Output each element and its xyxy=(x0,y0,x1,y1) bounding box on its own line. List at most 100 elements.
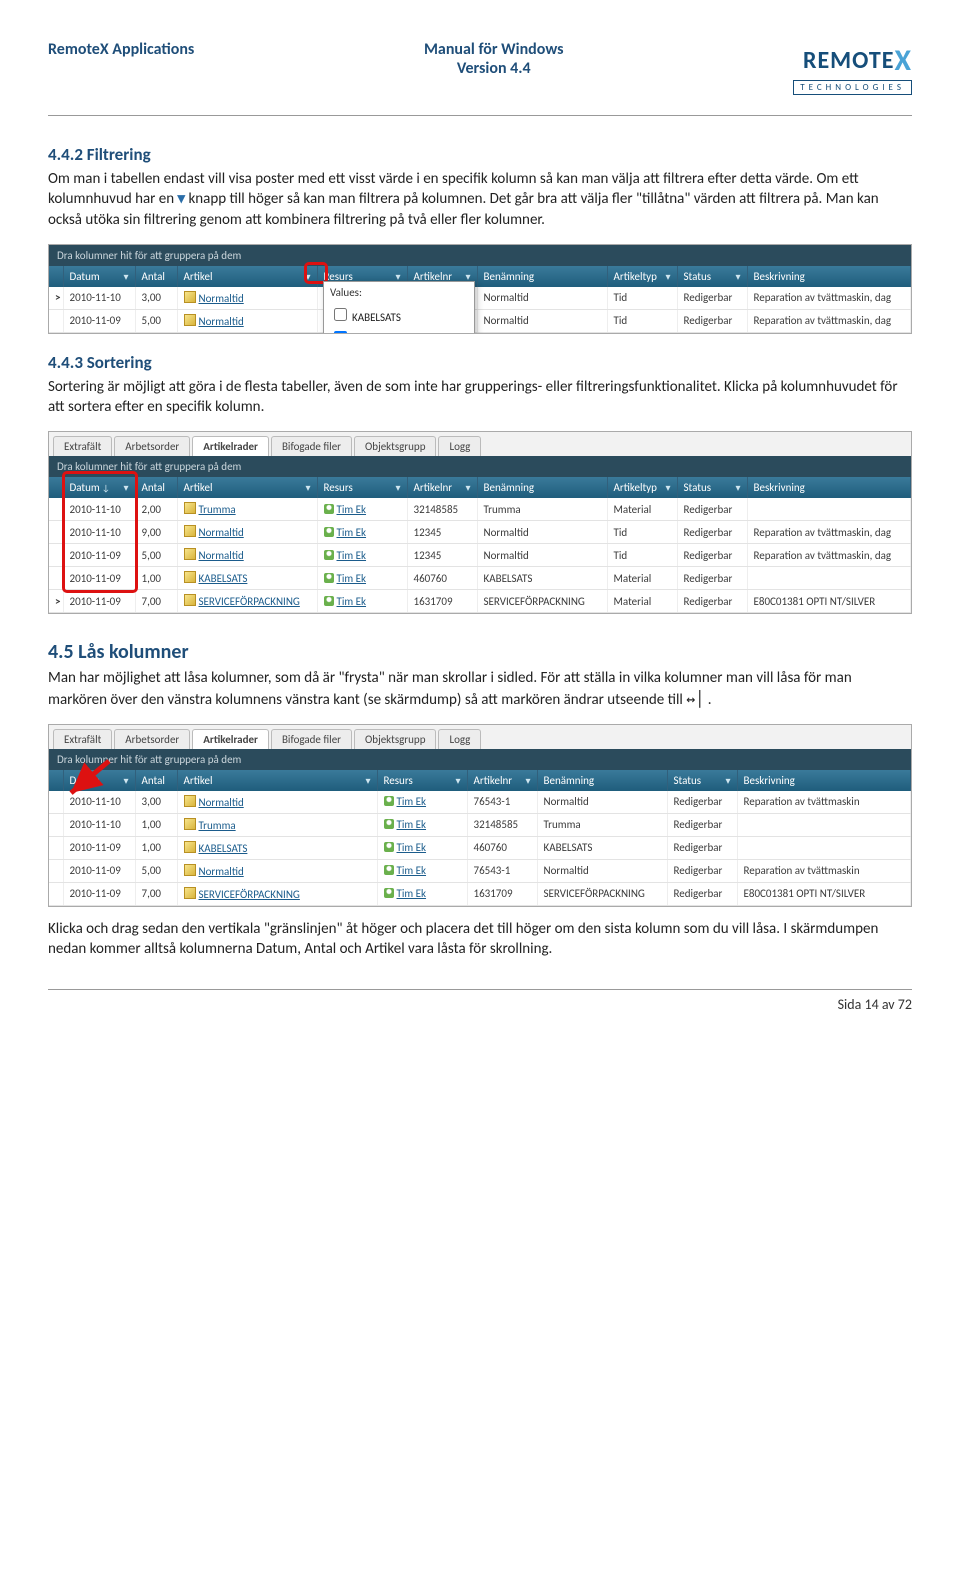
tab[interactable]: Extrafält xyxy=(53,729,112,749)
column-header[interactable]: Artikel▾ xyxy=(177,266,317,287)
tab[interactable]: Bifogade filer xyxy=(271,436,352,456)
page-header: RemoteX Applications Manual för Windows … xyxy=(48,40,912,116)
tab[interactable]: Artikelrader xyxy=(192,729,269,749)
column-header[interactable]: Resurs▾ xyxy=(317,477,407,498)
red-highlight-funnel xyxy=(305,263,327,283)
funnel-icon[interactable]: ▾ xyxy=(725,774,730,787)
column-header[interactable]: Resurs▾ xyxy=(377,770,467,791)
tab[interactable]: Objektsgrupp xyxy=(354,436,436,456)
filter-dropdown-head: Values: xyxy=(324,282,474,303)
table-row[interactable]: 2010-11-095,00 Normaltid Tim Ek 76543-1N… xyxy=(49,859,911,882)
tab[interactable]: Artikelrader xyxy=(192,436,269,456)
note-icon xyxy=(184,571,196,583)
user-icon xyxy=(324,550,334,560)
table-row[interactable]: 2010-11-095,00 Normaltid NormaltidTidRed… xyxy=(49,309,911,332)
tab[interactable]: Arbetsorder xyxy=(114,436,190,456)
note-icon xyxy=(184,548,196,560)
table-row[interactable]: 2010-11-097,00 SERVICEFÖRPACKNING Tim Ek… xyxy=(49,882,911,905)
filter-option[interactable]: KABELSATS xyxy=(324,303,474,326)
column-header[interactable]: Benämning xyxy=(477,266,607,287)
filter-option[interactable]: Normaltid xyxy=(324,326,474,334)
filtering-grid: Datum▾AntalArtikel▾Resurs▾Artikelnr▾Benä… xyxy=(49,266,911,333)
tab[interactable]: Bifogade filer xyxy=(271,729,352,749)
red-highlight-datum-col xyxy=(63,472,137,592)
funnel-icon[interactable]: ▾ xyxy=(525,774,530,787)
header-center: Manual för Windows Version 4.4 xyxy=(424,40,564,78)
user-icon xyxy=(384,819,394,829)
column-header[interactable]: Antal xyxy=(135,770,177,791)
filter-dropdown[interactable]: Values: KABELSATSNormaltidSERVICEFÖRPACK… xyxy=(323,281,475,334)
user-icon xyxy=(384,865,394,875)
column-header[interactable]: Artikel▾ xyxy=(177,770,377,791)
column-header[interactable]: Beskrivning xyxy=(747,266,911,287)
funnel-icon[interactable]: ▾ xyxy=(735,270,740,283)
column-header[interactable]: Beskrivning xyxy=(737,770,911,791)
section-443-paragraph: Sortering är möjligt att göra i de flest… xyxy=(48,377,912,418)
filter-checkbox[interactable] xyxy=(334,308,347,321)
column-header[interactable]: Artikel▾ xyxy=(177,477,317,498)
funnel-icon[interactable]: ▾ xyxy=(365,774,370,787)
column-header[interactable]: Benämning xyxy=(537,770,667,791)
header-version: Version 4.4 xyxy=(424,59,564,78)
group-bar[interactable]: Dra kolumner hit för att gruppera på dem xyxy=(49,456,911,477)
column-header[interactable]: Artikeltyp▾ xyxy=(607,477,677,498)
funnel-icon[interactable]: ▾ xyxy=(665,481,670,494)
funnel-icon[interactable]: ▾ xyxy=(735,481,740,494)
note-icon xyxy=(184,291,196,303)
page-footer: Sida 14 av 72 xyxy=(48,989,912,1013)
section-45-title: 4.5 Lås kolumner xyxy=(48,640,912,664)
tabs-bar: ExtrafältArbetsorderArtikelraderBifogade… xyxy=(49,725,911,749)
note-icon xyxy=(184,864,196,876)
tab[interactable]: Objektsgrupp xyxy=(354,729,436,749)
funnel-icon[interactable]: ▾ xyxy=(665,270,670,283)
column-header[interactable]: Antal xyxy=(135,266,177,287)
table-row[interactable]: > 2010-11-103,00 Normaltid NormaltidTidR… xyxy=(49,287,911,310)
column-header[interactable]: Artikelnr▾ xyxy=(407,477,477,498)
user-icon xyxy=(324,573,334,583)
table-row[interactable]: 2010-11-091,00 KABELSATS Tim Ek 460760KA… xyxy=(49,567,911,590)
note-icon xyxy=(184,594,196,606)
table-row[interactable]: > 2010-11-097,00 SERVICEFÖRPACKNING Tim … xyxy=(49,590,911,613)
funnel-icon[interactable]: ▾ xyxy=(455,774,460,787)
group-bar[interactable]: Dra kolumner hit för att gruppera på dem xyxy=(49,245,911,266)
logo-text: REMOTE xyxy=(803,46,895,75)
tab[interactable]: Logg xyxy=(438,729,481,749)
column-header[interactable]: Beskrivning xyxy=(747,477,911,498)
funnel-icon[interactable]: ▾ xyxy=(465,481,470,494)
funnel-icon[interactable]: ▾ xyxy=(305,481,310,494)
tab[interactable]: Logg xyxy=(438,436,481,456)
column-header[interactable]: Datum▾ xyxy=(63,266,135,287)
column-header[interactable]: Artikelnr▾ xyxy=(467,770,537,791)
funnel-icon[interactable]: ▾ xyxy=(123,270,128,283)
column-header[interactable]: Status▾ xyxy=(677,266,747,287)
user-icon xyxy=(324,504,334,514)
column-header[interactable]: Benämning xyxy=(477,477,607,498)
column-header[interactable]: Status▾ xyxy=(667,770,737,791)
column-header[interactable]: Antal xyxy=(135,477,177,498)
funnel-icon[interactable]: ▾ xyxy=(395,481,400,494)
section-45-paragraph2: Klicka och drag sedan den vertikala "grä… xyxy=(48,919,912,960)
section-442-title: 4.4.2 Filtrering xyxy=(48,144,912,165)
table-row[interactable]: 2010-11-103,00 Normaltid Tim Ek 76543-1N… xyxy=(49,791,911,814)
screenshot-lock-columns: ExtrafältArbetsorderArtikelraderBifogade… xyxy=(48,724,912,907)
tab[interactable]: Arbetsorder xyxy=(114,729,190,749)
logo-subtitle: TECHNOLOGIES xyxy=(793,80,912,95)
group-bar[interactable]: Dra kolumner hit för att gruppera på dem xyxy=(49,749,911,770)
note-icon xyxy=(184,314,196,326)
filter-checkbox[interactable] xyxy=(334,331,347,334)
tab[interactable]: Extrafält xyxy=(53,436,112,456)
column-header[interactable]: Artikeltyp▾ xyxy=(607,266,677,287)
table-row[interactable]: 2010-11-109,00 Normaltid Tim Ek 12345Nor… xyxy=(49,521,911,544)
section-443-title: 4.4.3 Sortering xyxy=(48,352,912,373)
table-row[interactable]: 2010-11-102,00 Trumma Tim Ek 32148585Tru… xyxy=(49,498,911,521)
note-icon xyxy=(184,841,196,853)
funnel-icon[interactable]: ▾ xyxy=(123,774,128,787)
user-icon xyxy=(384,796,394,806)
section-45-paragraph1: Man har möjlighet att låsa kolumner, som… xyxy=(48,668,912,710)
table-row[interactable]: 2010-11-095,00 Normaltid Tim Ek 12345Nor… xyxy=(49,544,911,567)
funnel-icon: ▾ xyxy=(178,190,186,208)
note-icon xyxy=(184,795,196,807)
table-row[interactable]: 2010-11-091,00 KABELSATS Tim Ek 460760KA… xyxy=(49,836,911,859)
column-header[interactable]: Status▾ xyxy=(677,477,747,498)
table-row[interactable]: 2010-11-101,00 Trumma Tim Ek 32148585Tru… xyxy=(49,813,911,836)
